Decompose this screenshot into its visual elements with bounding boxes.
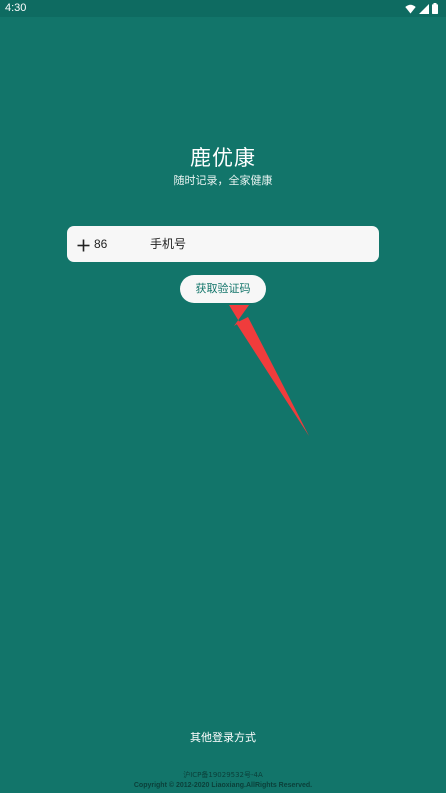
login-screen: 4:30 鹿优康 随时记录，全家健康 86 获取验证码 其他登录方式 沪ICP备…	[0, 0, 446, 793]
plus-icon	[77, 237, 90, 252]
other-login-link[interactable]: 其他登录方式	[0, 730, 446, 746]
phone-input-row: 86	[67, 226, 379, 262]
status-bar: 4:30	[0, 0, 446, 17]
copyright-text: Copyright © 2012-2020 Liaoxiang.AllRight…	[133, 782, 313, 789]
status-icons	[405, 2, 438, 15]
arrow-head	[229, 305, 309, 436]
app-subtitle: 随时记录，全家健康	[173, 174, 273, 187]
wifi-icon	[405, 4, 416, 14]
battery-icon	[432, 3, 438, 14]
phone-number-input[interactable]	[147, 229, 374, 259]
annotation-arrow	[229, 305, 309, 436]
signal-icon	[419, 3, 429, 14]
app-title: 鹿优康	[190, 146, 256, 170]
icp-text[interactable]: 沪ICP备19029532号-4A	[0, 770, 446, 780]
status-time: 4:30	[5, 2, 27, 14]
get-code-button[interactable]: 获取验证码	[180, 275, 266, 303]
arrow-shaft	[236, 317, 309, 436]
country-code[interactable]: 86	[94, 235, 107, 253]
